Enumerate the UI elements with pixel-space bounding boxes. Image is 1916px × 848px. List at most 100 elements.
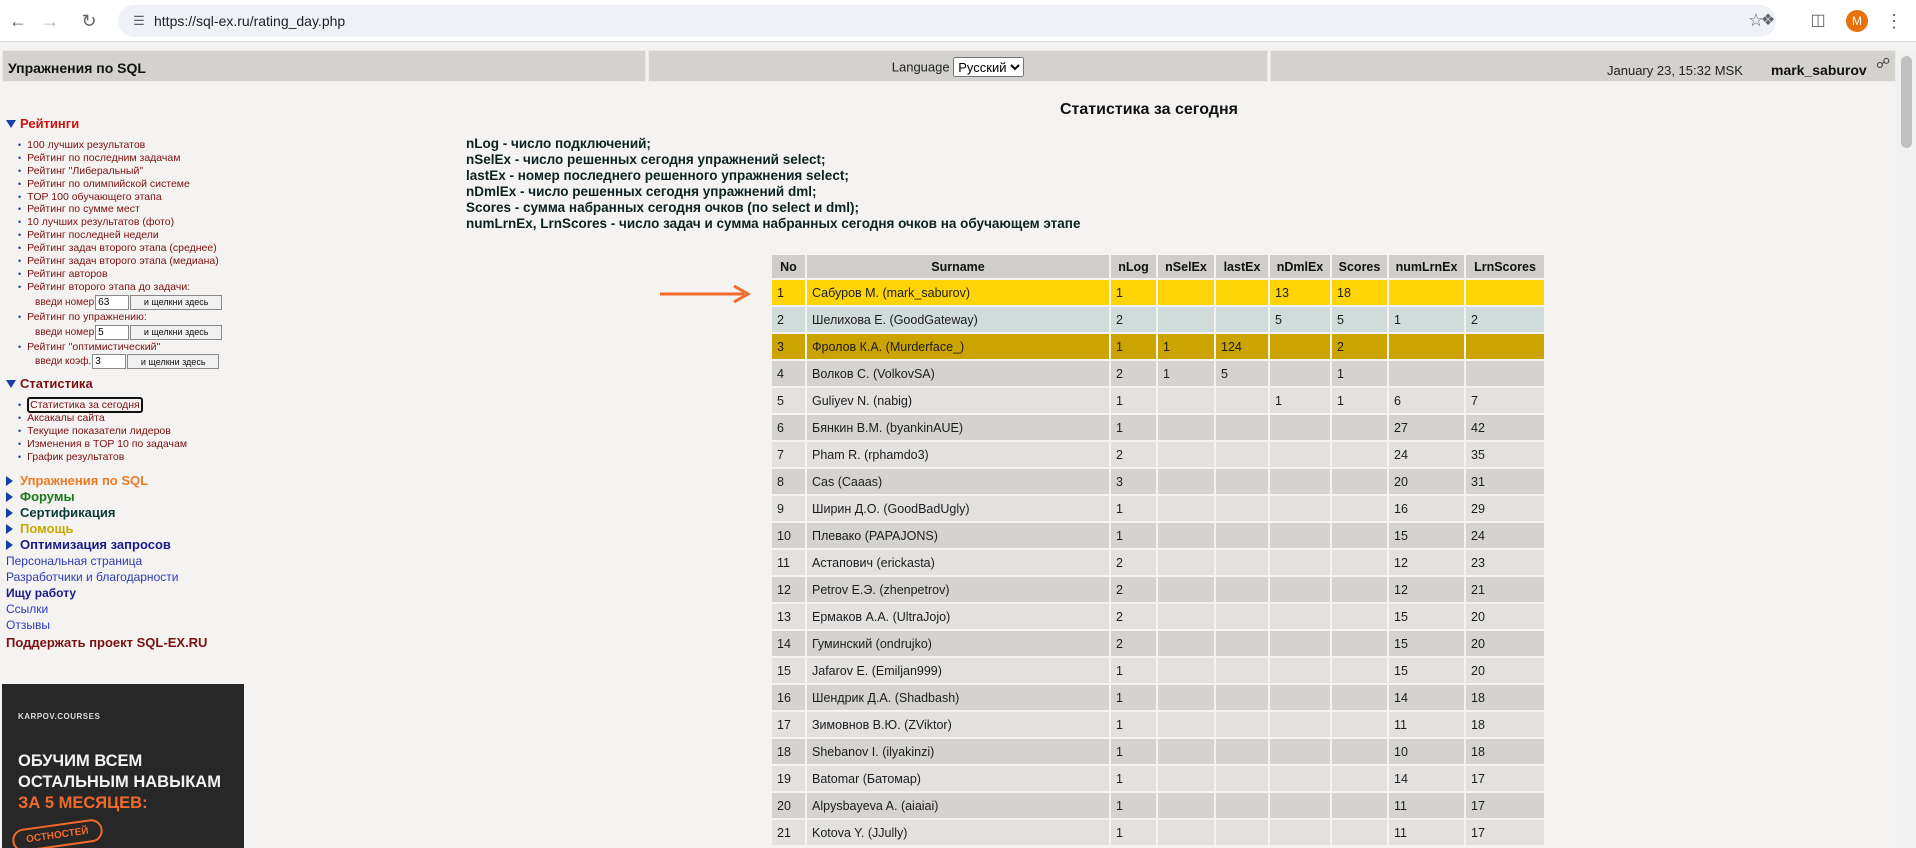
- side-panel-icon[interactable]: ◫: [1806, 9, 1830, 33]
- address-bar[interactable]: ☰ https://sql-ex.ru/rating_day.php ☆: [118, 5, 1776, 37]
- collapsed-section-title[interactable]: Упражнения по SQL: [0, 473, 250, 489]
- surname-cell[interactable]: Pham R. (rphamdo3): [807, 442, 1109, 467]
- sidebar-item-stats[interactable]: Аксакалы сайта: [18, 412, 250, 425]
- sidebar-item-rating[interactable]: 100 лучших результатов: [18, 139, 250, 152]
- collapsed-section-title[interactable]: Форумы: [0, 489, 250, 505]
- column-header[interactable]: LrnScores: [1466, 255, 1544, 278]
- sidebar-item-rating[interactable]: Рейтинг последней недели: [18, 229, 250, 242]
- profile-avatar[interactable]: M: [1846, 10, 1868, 32]
- number-input[interactable]: [95, 294, 130, 310]
- sidebar-link[interactable]: Разработчики и благодарности: [0, 569, 250, 585]
- surname-cell[interactable]: Jafarov E. (Emiljan999): [807, 658, 1109, 683]
- sidebar-item-label[interactable]: Статистика за сегодня: [27, 397, 143, 414]
- page-scrollbar[interactable]: [1897, 50, 1916, 848]
- section-label[interactable]: Форумы: [20, 489, 75, 504]
- collapsed-section-title[interactable]: Помощь: [0, 521, 250, 537]
- sidebar-item-stats[interactable]: Изменения в TOP 10 по задачам: [18, 438, 250, 451]
- sidebar-item-label[interactable]: График результатов: [27, 451, 124, 463]
- username[interactable]: mark_saburov: [1771, 62, 1867, 78]
- column-header[interactable]: Scores: [1332, 255, 1387, 278]
- surname-cell[interactable]: Бянкин В.М. (byankinAUE): [807, 415, 1109, 440]
- surname-cell[interactable]: Ермаков А.А. (UltraJojo): [807, 604, 1109, 629]
- sidebar-item-rating[interactable]: Рейтинг "оптимистический": [18, 341, 250, 354]
- number-input[interactable]: [95, 324, 130, 340]
- extensions-icon[interactable]: ❖: [1756, 9, 1780, 33]
- column-header[interactable]: numLrnEx: [1389, 255, 1464, 278]
- surname-cell[interactable]: Petrov Е.Э. (zhenpetrov): [807, 577, 1109, 602]
- sidebar-item-rating[interactable]: Рейтинг авторов: [18, 268, 250, 281]
- logout-icon[interactable]: ☍: [1876, 55, 1890, 72]
- surname-cell[interactable]: Фролов К.А. (Murderface_): [807, 334, 1109, 359]
- expand-triangle-icon[interactable]: [6, 120, 16, 128]
- sidebar-item-rating[interactable]: Рейтинг по олимпийской системе: [18, 178, 250, 191]
- language-select[interactable]: Русский: [953, 57, 1025, 77]
- surname-cell[interactable]: Гуминский (ondrujko): [807, 631, 1109, 656]
- number-input[interactable]: [92, 354, 127, 370]
- go-button[interactable]: и щелкни здесь: [130, 324, 223, 340]
- column-header[interactable]: No: [772, 255, 805, 278]
- reload-icon[interactable]: ↻: [77, 9, 101, 33]
- scroll-thumb[interactable]: [1901, 56, 1912, 148]
- surname-cell[interactable]: Ширин Д.О. (GoodBadUgly): [807, 496, 1109, 521]
- sidebar-item-label[interactable]: Текущие показатели лидеров: [27, 425, 171, 437]
- collapse-triangle-icon[interactable]: [6, 523, 13, 534]
- collapse-triangle-icon[interactable]: [6, 475, 13, 486]
- sidebar-link[interactable]: Поддержать проект SQL-EX.RU: [0, 635, 250, 651]
- column-header[interactable]: nSelEx: [1158, 255, 1214, 278]
- sidebar-item-rating[interactable]: Рейтинг по упражнению:: [18, 311, 250, 324]
- sidebar-item-rating[interactable]: Рейтинг по сумме мест: [18, 203, 250, 216]
- sidebar-link[interactable]: Отзывы: [0, 617, 250, 633]
- ratings-section-title[interactable]: Рейтинги: [0, 116, 250, 132]
- stats-section-title[interactable]: Статистика: [0, 376, 250, 392]
- section-label[interactable]: Сертификация: [20, 505, 115, 520]
- forward-arrow-icon[interactable]: →: [38, 9, 62, 33]
- section-label[interactable]: Упражнения по SQL: [20, 473, 148, 488]
- url-text[interactable]: https://sql-ex.ru/rating_day.php: [154, 13, 345, 29]
- collapse-triangle-icon[interactable]: [6, 507, 13, 518]
- sidebar-item-label[interactable]: Аксакалы сайта: [27, 412, 105, 424]
- column-header[interactable]: nLog: [1111, 255, 1156, 278]
- surname-cell[interactable]: Зимовнов В.Ю. (ZViktor): [807, 712, 1109, 737]
- section-label[interactable]: Оптимизация запросов: [20, 537, 171, 552]
- sidebar-link[interactable]: Персональная страница: [0, 553, 250, 569]
- go-button[interactable]: и щелкни здесь: [130, 294, 223, 310]
- sidebar-item-rating[interactable]: Рейтинг "Либеральный": [18, 165, 250, 178]
- surname-cell[interactable]: Астапович (erickasta): [807, 550, 1109, 575]
- sidebar-item-rating[interactable]: Рейтинг задач второго этапа (среднее): [18, 242, 250, 255]
- sidebar-item-rating[interactable]: Рейтинг по последним задачам: [18, 152, 250, 165]
- surname-cell[interactable]: Сабуров М. (mark_saburov): [807, 280, 1109, 305]
- surname-cell[interactable]: Batomar (Батомар): [807, 766, 1109, 791]
- surname-cell[interactable]: Kotova Y. (JJully): [807, 820, 1109, 845]
- back-arrow-icon[interactable]: ←: [6, 9, 30, 33]
- surname-cell[interactable]: Плевако (PAPAJONS): [807, 523, 1109, 548]
- expand-triangle-icon[interactable]: [6, 380, 16, 389]
- surname-cell[interactable]: Guliyev N. (nabig): [807, 388, 1109, 413]
- ad-banner[interactable]: KARPOV.COURSES ОБУЧИМ ВСЕМ ОСТАЛЬНЫМ НАВ…: [2, 684, 244, 848]
- column-header[interactable]: Surname: [807, 255, 1109, 278]
- collapsed-section-title[interactable]: Сертификация: [0, 505, 250, 521]
- sidebar-item-label[interactable]: Изменения в TOP 10 по задачам: [27, 438, 187, 450]
- surname-cell[interactable]: Shebanov I. (ilyakinzi): [807, 739, 1109, 764]
- column-header[interactable]: lastEx: [1216, 255, 1268, 278]
- go-button[interactable]: и щелкни здесь: [127, 354, 220, 370]
- collapse-triangle-icon[interactable]: [6, 539, 13, 550]
- sidebar-item-rating[interactable]: Рейтинг задач второго этапа (медиана): [18, 255, 250, 268]
- surname-cell[interactable]: Шендрик Д.А. (Shadbash): [807, 685, 1109, 710]
- sidebar-item-rating[interactable]: TOP 100 обучающего этапа: [18, 191, 250, 204]
- surname-cell[interactable]: Волков С. (VolkovSA): [807, 361, 1109, 386]
- collapse-triangle-icon[interactable]: [6, 491, 13, 502]
- sidebar-item-rating[interactable]: 10 лучших результатов (фото): [18, 216, 250, 229]
- sidebar-item-rating[interactable]: Рейтинг второго этапа до задачи:: [18, 281, 250, 294]
- sidebar-item-stats[interactable]: Текущие показатели лидеров: [18, 425, 250, 438]
- browser-menu-icon[interactable]: ⋮: [1884, 8, 1904, 34]
- sidebar-item-stats[interactable]: График результатов: [18, 451, 250, 464]
- site-settings-icon[interactable]: ☰: [130, 12, 148, 30]
- collapsed-section-title[interactable]: Оптимизация запросов: [0, 537, 250, 553]
- column-header[interactable]: nDmlEx: [1270, 255, 1330, 278]
- sidebar-item-stats[interactable]: Статистика за сегодня: [18, 397, 250, 414]
- sidebar-link[interactable]: Ищу работу: [0, 585, 250, 601]
- section-label[interactable]: Помощь: [20, 521, 73, 536]
- sidebar-link[interactable]: Ссылки: [0, 601, 250, 617]
- surname-cell[interactable]: Шелихова Е. (GoodGateway): [807, 307, 1109, 332]
- surname-cell[interactable]: Cas (Caaas): [807, 469, 1109, 494]
